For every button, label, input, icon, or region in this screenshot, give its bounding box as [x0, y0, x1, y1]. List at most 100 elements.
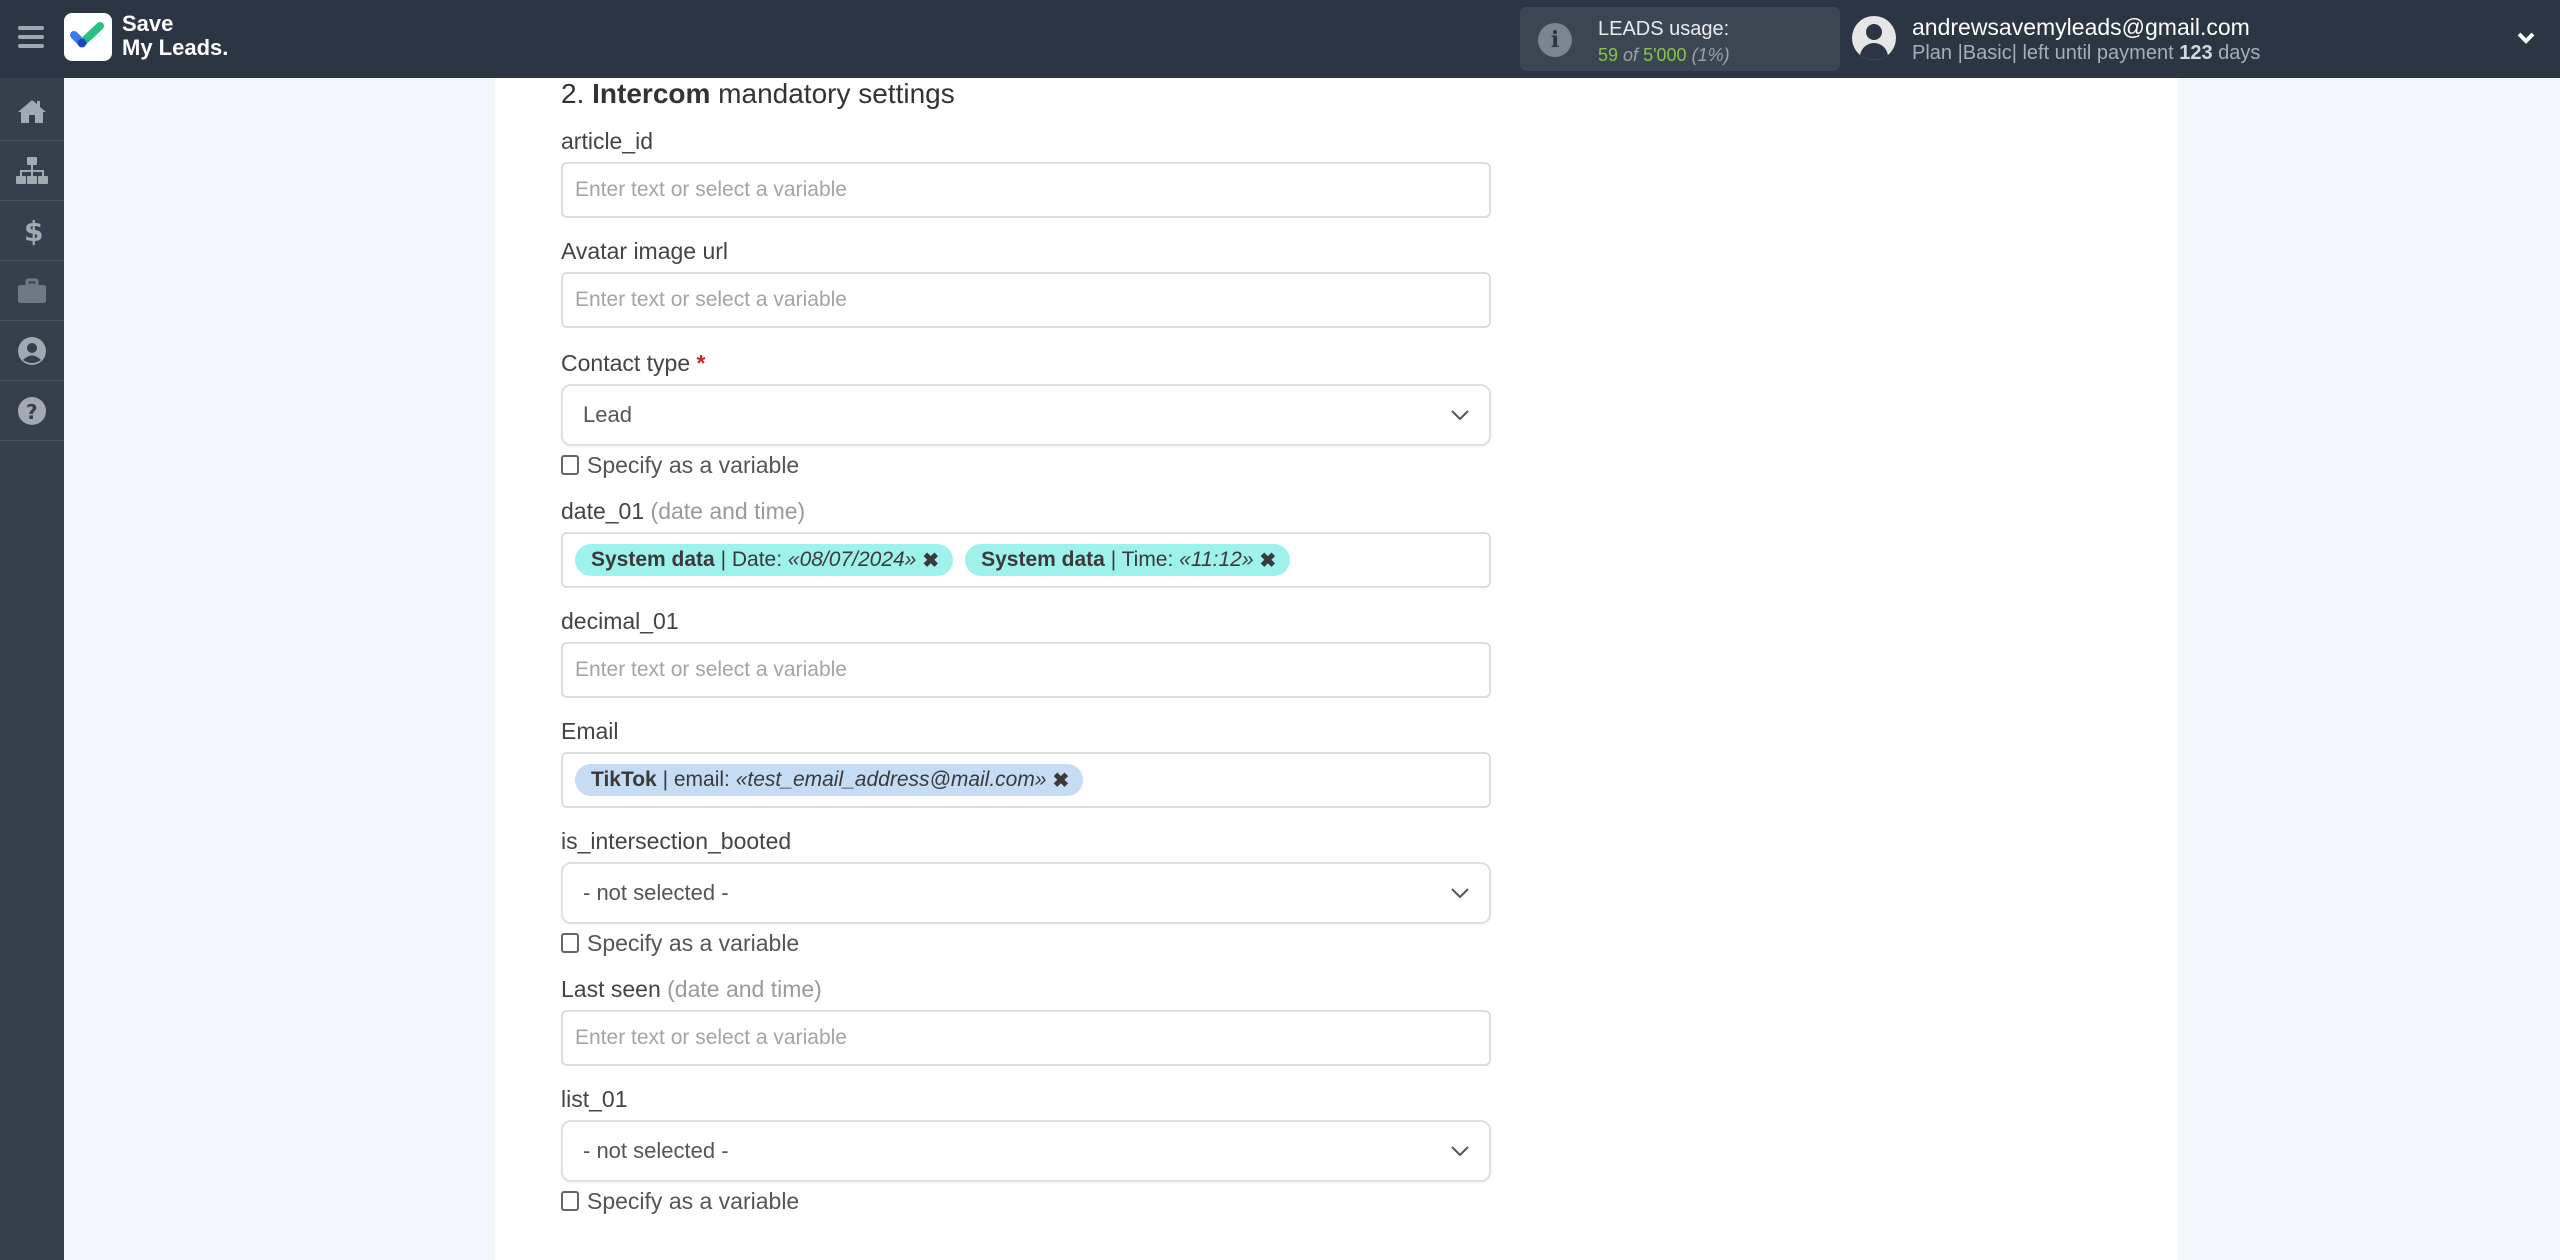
last-seen-input[interactable]: Enter text or select a variable	[561, 1010, 1491, 1066]
checkbox-label: Specify as a variable	[587, 451, 800, 478]
remove-tag-icon[interactable]: ✖	[1260, 548, 1277, 573]
email-label: Email	[561, 718, 1491, 748]
section-suffix: mandatory settings	[718, 78, 955, 109]
date-01-input[interactable]: System data | Date: «08/07/2024» ✖ Syste…	[561, 532, 1491, 588]
last-seen-placeholder: Enter text or select a variable	[575, 1026, 847, 1049]
avatar-url-input[interactable]: Enter text or select a variable	[561, 272, 1491, 328]
brand-line-1: Save	[122, 11, 174, 36]
list-01-select[interactable]: - not selected -	[561, 1120, 1491, 1182]
variable-tag[interactable]: System data | Date: «08/07/2024» ✖	[575, 544, 954, 576]
top-bar: Save My Leads. i LEADS usage: 59 of 5'00…	[0, 0, 2560, 78]
usage-limit: 5'000	[1643, 45, 1687, 65]
decimal-01-input[interactable]: Enter text or select a variable	[561, 642, 1491, 698]
checkbox[interactable]	[561, 455, 579, 475]
list-01-label: list_01	[561, 1086, 1491, 1116]
info-icon: i	[1538, 23, 1572, 57]
contact-type-variable-checkbox[interactable]: Specify as a variable	[561, 450, 1491, 480]
list-01-variable-checkbox[interactable]: Specify as a variable	[561, 1186, 1491, 1216]
tag-field: | email:	[656, 768, 736, 791]
brand-name[interactable]: Save My Leads.	[122, 12, 228, 60]
sitemap-icon	[16, 156, 48, 184]
is-intersection-booted-variable-checkbox[interactable]: Specify as a variable	[561, 928, 1491, 958]
is-intersection-booted-value: - not selected -	[583, 880, 729, 905]
date-01-label-text: date_01	[561, 498, 645, 524]
required-mark: *	[696, 350, 706, 376]
section-title: 2. Intercom mandatory settings	[561, 78, 1491, 108]
tag-source: TikTok	[591, 768, 657, 791]
tag-source: System data	[981, 548, 1105, 571]
date-01-label: date_01 (date and time)	[561, 498, 1491, 528]
logo-icon[interactable]	[64, 13, 112, 61]
is-intersection-booted-label-text: is_intersection_booted	[561, 828, 792, 854]
avatar-url-label: Avatar image url	[561, 238, 1491, 268]
usage-of: of	[1623, 45, 1639, 65]
menu-toggle-icon[interactable]	[18, 26, 44, 48]
sidebar-item-help[interactable]: ?	[0, 381, 64, 441]
home-icon	[18, 99, 46, 123]
contact-type-value: Lead	[583, 402, 632, 427]
svg-text:?: ?	[26, 400, 38, 424]
list-01-label-text: list_01	[561, 1086, 628, 1112]
date-01-hint: (date and time)	[650, 498, 806, 524]
list-01-value: - not selected -	[583, 1138, 729, 1163]
checkbox[interactable]	[561, 933, 579, 953]
tag-value: «11:12»	[1179, 548, 1254, 571]
remove-tag-icon[interactable]: ✖	[922, 548, 939, 573]
sidebar-item-home[interactable]	[0, 81, 64, 141]
plan-info: Plan |Basic| left until payment 123 days	[1912, 42, 2260, 65]
tag-source: System data	[591, 548, 715, 571]
checkbox-label: Specify as a variable	[587, 929, 800, 956]
chevron-down-icon	[1451, 888, 1469, 899]
sidebar: $ ?	[0, 78, 64, 1260]
is-intersection-booted-label: is_intersection_booted	[561, 828, 1491, 858]
section-service: Intercom	[592, 78, 711, 109]
contact-type-select[interactable]: Lead	[561, 384, 1491, 446]
leads-usage-panel: i LEADS usage: 59 of 5'000 (1%)	[1520, 7, 1840, 71]
contact-type-label: Contact type *	[561, 350, 1491, 380]
briefcase-icon	[18, 278, 46, 303]
tag-value: «test_email_address@mail.com»	[735, 768, 1047, 791]
user-circle-icon	[18, 336, 46, 365]
tag-field: | Date:	[714, 548, 788, 571]
article-id-placeholder: Enter text or select a variable	[575, 178, 847, 201]
contact-type-label-text: Contact type	[561, 350, 691, 376]
settings-panel: 2. Intercom mandatory settings article_i…	[495, 78, 2178, 1260]
last-seen-label: Last seen (date and time)	[561, 976, 1491, 1006]
sidebar-item-billing[interactable]: $	[0, 201, 64, 261]
decimal-01-label-text: decimal_01	[561, 608, 679, 634]
variable-tag[interactable]: TikTok | email: «test_email_address@mail…	[575, 764, 1084, 796]
sidebar-item-account[interactable]	[0, 321, 64, 381]
article-id-input[interactable]: Enter text or select a variable	[561, 162, 1491, 218]
is-intersection-booted-select[interactable]: - not selected -	[561, 862, 1491, 924]
checkbox[interactable]	[561, 1191, 579, 1211]
section-number: 2.	[561, 78, 585, 109]
usage-count: 59 of 5'000 (1%)	[1598, 45, 1730, 66]
remove-tag-icon[interactable]: ✖	[1053, 768, 1070, 793]
last-seen-label-text: Last seen	[561, 976, 661, 1002]
avatar-url-label-text: Avatar image url	[561, 238, 729, 264]
email-input[interactable]: TikTok | email: «test_email_address@mail…	[561, 752, 1491, 808]
settings-form: 2. Intercom mandatory settings article_i…	[561, 78, 1491, 1216]
usage-percent: (1%)	[1691, 45, 1730, 65]
svg-text:$: $	[24, 216, 42, 246]
chevron-down-icon[interactable]	[2516, 28, 2536, 48]
chevron-down-icon	[1451, 1146, 1469, 1157]
sidebar-item-connections[interactable]	[0, 141, 64, 201]
variable-tag[interactable]: System data | Time: «11:12» ✖	[965, 544, 1291, 576]
article-id-label: article_id	[561, 128, 1491, 158]
decimal-01-placeholder: Enter text or select a variable	[575, 658, 847, 681]
account-email: andrewsavemyleads@gmail.com	[1912, 14, 2250, 40]
avatar-url-placeholder: Enter text or select a variable	[575, 288, 847, 311]
tag-value: «08/07/2024»	[787, 548, 917, 571]
days-left: 123	[2179, 42, 2213, 64]
email-label-text: Email	[561, 718, 619, 744]
usage-title: LEADS usage:	[1598, 18, 1730, 40]
sidebar-item-tools[interactable]	[0, 261, 64, 321]
tag-field: | Time:	[1104, 548, 1180, 571]
dollar-icon: $	[24, 216, 42, 246]
plan-label: Plan |Basic| left until payment	[1912, 42, 2174, 64]
avatar-icon[interactable]	[1852, 16, 1896, 60]
last-seen-hint: (date and time)	[667, 976, 822, 1002]
checkbox-label: Specify as a variable	[587, 1187, 800, 1214]
chevron-down-icon	[1451, 410, 1469, 421]
